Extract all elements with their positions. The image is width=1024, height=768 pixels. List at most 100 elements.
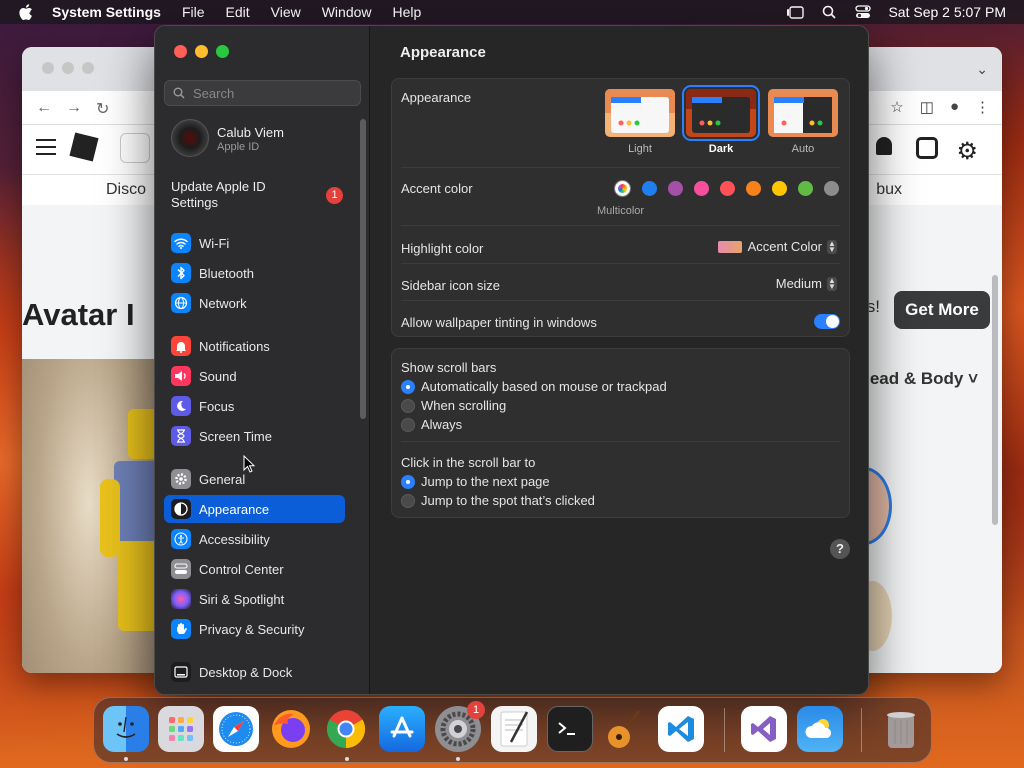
accent-multicolor-swatch[interactable] xyxy=(615,181,630,196)
chrome-icon[interactable] xyxy=(323,706,369,752)
weather-icon[interactable] xyxy=(797,706,843,752)
settings-icon[interactable]: 1 xyxy=(435,701,485,752)
zoom-button[interactable] xyxy=(216,45,229,58)
accent-purple-swatch[interactable] xyxy=(668,181,683,196)
bluetooth-icon xyxy=(171,263,191,283)
gear-icon[interactable]: ⚙ xyxy=(956,137,978,166)
bell-icon[interactable] xyxy=(876,137,892,155)
avatar-figure xyxy=(100,409,158,649)
accent-green-swatch[interactable] xyxy=(798,181,813,196)
textedit-icon[interactable] xyxy=(491,706,537,752)
sidebar-item-control-center[interactable]: Control Center xyxy=(164,555,345,583)
wallpaper-tinting-toggle[interactable] xyxy=(814,314,840,329)
back-arrow-icon[interactable]: ← xyxy=(36,99,52,119)
forward-arrow-icon[interactable]: → xyxy=(66,99,82,119)
browser-scrollbar[interactable] xyxy=(992,275,998,525)
search-icon[interactable] xyxy=(120,133,150,163)
menu-window[interactable]: Window xyxy=(322,4,372,20)
terminal-icon[interactable] xyxy=(547,706,593,752)
click-option-next-page[interactable]: Jump to the next page xyxy=(401,474,550,489)
vscode-icon[interactable] xyxy=(658,706,704,752)
visualstudio-icon[interactable] xyxy=(741,706,787,752)
sidebar-item-bluetooth[interactable]: Bluetooth xyxy=(164,259,345,287)
sidebar-item-focus[interactable]: Focus xyxy=(164,392,345,420)
radio-button[interactable] xyxy=(401,379,415,394)
sidepanel-icon[interactable]: ◫ xyxy=(920,98,934,116)
robux-link[interactable]: bux xyxy=(876,181,902,199)
scroll-option-when-scrolling[interactable]: When scrolling xyxy=(401,398,506,413)
safari-icon[interactable] xyxy=(213,706,259,752)
robux-icon[interactable] xyxy=(916,137,938,159)
sidebar-item-siri-spotlight[interactable]: Siri & Spotlight xyxy=(164,585,345,613)
sidebar-item-screen-time[interactable]: Screen Time xyxy=(164,422,345,450)
sidebar-item-label: Focus xyxy=(199,398,235,414)
sidebar-item-label: Sound xyxy=(199,368,237,384)
update-apple-id-item[interactable]: Update Apple ID Settings 1 xyxy=(171,179,351,211)
sidebar-item-desktop-dock[interactable]: Desktop & Dock xyxy=(164,658,345,686)
spotlight-search-icon[interactable] xyxy=(820,5,838,19)
radio-button[interactable] xyxy=(401,474,415,489)
accent-graphite-swatch[interactable] xyxy=(824,181,839,196)
radio-button[interactable] xyxy=(401,398,415,413)
accent-blue-swatch[interactable] xyxy=(642,181,657,196)
menu-file[interactable]: File xyxy=(182,4,205,20)
profile-icon[interactable]: ● xyxy=(950,98,959,116)
trash-icon[interactable] xyxy=(878,706,924,752)
appearance-light-option[interactable] xyxy=(605,89,675,137)
sidebar-item-sound[interactable]: Sound xyxy=(164,362,345,390)
appstore-icon[interactable] xyxy=(379,706,425,752)
appearance-dark-option[interactable] xyxy=(682,85,760,141)
sidebar-item-privacy-security[interactable]: Privacy & Security xyxy=(164,615,345,643)
finder-icon[interactable] xyxy=(103,706,149,752)
accessibility-icon xyxy=(171,529,191,549)
sidebar-item-notifications[interactable]: Notifications xyxy=(164,332,345,360)
scroll-option-automatic[interactable]: Automatically based on mouse or trackpad xyxy=(401,379,667,394)
sidebar-item-appearance[interactable]: Appearance xyxy=(164,495,345,523)
accent-orange-swatch[interactable] xyxy=(746,181,761,196)
radio-button[interactable] xyxy=(401,417,415,432)
sidebar-item-wifi[interactable]: Wi-Fi xyxy=(164,229,345,257)
menu-help[interactable]: Help xyxy=(393,4,422,20)
search-input[interactable]: Search xyxy=(164,80,361,106)
help-button[interactable]: ? xyxy=(830,539,850,559)
reload-icon[interactable]: ↻ xyxy=(96,99,109,119)
firefox-icon[interactable] xyxy=(268,706,314,752)
hamburger-menu-icon[interactable] xyxy=(36,139,56,160)
wallpaper-tinting-label: Allow wallpaper tinting in windows xyxy=(401,315,597,330)
dock-separator xyxy=(724,708,725,752)
apple-icon[interactable] xyxy=(18,4,34,20)
accent-yellow-swatch[interactable] xyxy=(772,181,787,196)
launchpad-icon[interactable] xyxy=(158,706,204,752)
more-icon[interactable]: ⋮ xyxy=(975,98,990,116)
menu-clock[interactable]: Sat Sep 2 5:07 PM xyxy=(888,4,1006,20)
head-body-tab[interactable]: ead & Body ˅ xyxy=(870,369,978,389)
highlight-color-popup[interactable]: Accent Color ▲ ▼ xyxy=(717,239,837,254)
minimize-button[interactable] xyxy=(195,45,208,58)
get-more-button[interactable]: Get More xyxy=(894,291,990,329)
accent-red-swatch[interactable] xyxy=(720,181,735,196)
close-button[interactable] xyxy=(174,45,187,58)
guitar-icon[interactable] xyxy=(602,706,648,752)
scroll-option-always[interactable]: Always xyxy=(401,417,462,432)
discover-link[interactable]: Disco xyxy=(106,181,146,199)
click-option-spot-clicked[interactable]: Jump to the spot that’s clicked xyxy=(401,493,595,508)
sidebar-icon-size-popup[interactable]: Medium ▲ ▼ xyxy=(776,276,837,291)
stage-manager-icon[interactable] xyxy=(786,5,805,19)
sidebar-item-network[interactable]: Network xyxy=(164,289,345,317)
star-icon[interactable]: ☆ xyxy=(890,98,903,116)
accent-pink-swatch[interactable] xyxy=(694,181,709,196)
radio-button[interactable] xyxy=(401,493,415,508)
menu-edit[interactable]: Edit xyxy=(226,4,250,20)
menu-view[interactable]: View xyxy=(271,4,301,20)
sidebar-scrollbar[interactable] xyxy=(360,119,366,419)
roblox-logo[interactable] xyxy=(69,132,99,162)
chevron-down-icon[interactable]: ⌄ xyxy=(976,61,988,78)
control-center-icon[interactable] xyxy=(854,5,872,19)
sidebar-item-accessibility[interactable]: Accessibility xyxy=(164,525,345,553)
mode-label-light: Light xyxy=(628,143,652,155)
menu-app-name[interactable]: System Settings xyxy=(52,4,161,20)
appearance-auto-option[interactable] xyxy=(768,89,838,137)
apple-id-profile[interactable]: Calub Viem Apple ID xyxy=(171,119,351,159)
sidebar-item-label: Accessibility xyxy=(199,531,270,547)
mode-label-dark: Dark xyxy=(708,143,734,155)
